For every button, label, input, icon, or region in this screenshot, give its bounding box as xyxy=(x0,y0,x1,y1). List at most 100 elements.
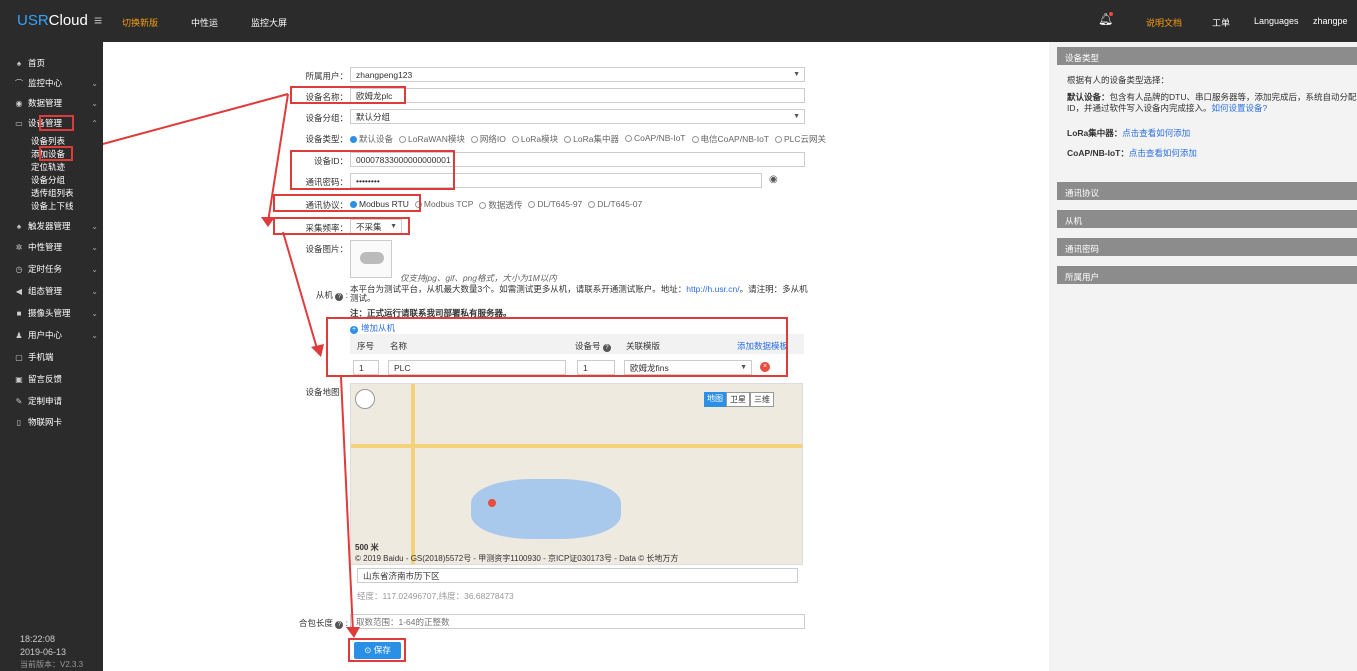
map-scale: 500 米 xyxy=(355,543,379,552)
chevron-down-icon: ⌄ xyxy=(91,264,98,274)
lake-shape xyxy=(471,479,621,539)
custom-icon: ✎ xyxy=(15,396,23,406)
help-panel: 设备类型 根据有人的设备类型选择： 默认设备：包含有人品牌的DTU、串口服务器等… xyxy=(1057,42,1357,671)
annotation-box xyxy=(39,146,73,161)
packet-length-input[interactable] xyxy=(350,614,805,629)
sidebar-item-timer[interactable]: ◷ 定时任务 ⌄ xyxy=(14,263,99,275)
help-coap-link[interactable]: 点击查看如何添加 xyxy=(1129,148,1197,158)
map-view-satellite[interactable]: 卫星 xyxy=(726,392,750,407)
address-input[interactable]: 山东省济南市历下区 xyxy=(357,568,798,583)
mobile-icon: ▢ xyxy=(15,352,23,362)
help-icon[interactable]: ? xyxy=(335,293,344,301)
menu-toggle-icon[interactable]: ≡ xyxy=(94,12,102,28)
radio-lora[interactable]: LoRa模块 xyxy=(511,133,558,145)
radio-icon xyxy=(479,202,487,209)
help-default-link[interactable]: 如何设置设备? xyxy=(1212,103,1268,113)
radio-icon xyxy=(399,136,407,143)
device-map[interactable]: 地图 卫星 三维 500 米 © 2019 Baidu - GS(2018)55… xyxy=(350,383,803,565)
user-menu[interactable]: zhangpe xyxy=(1313,16,1348,26)
monitor-icon: ⌒ xyxy=(15,78,23,88)
notification-dot xyxy=(1109,12,1113,16)
logo[interactable]: USRCloud xyxy=(17,12,88,29)
sidebar-sub-transparent-group[interactable]: 透传组列表 xyxy=(31,187,74,199)
sidebar-sub-online[interactable]: 设备上下线 xyxy=(31,200,74,212)
radio-icon xyxy=(775,136,782,143)
cloud-upload-icon xyxy=(360,252,384,264)
radio-coap[interactable]: CoAP/NB-IoT xyxy=(625,133,686,145)
radio-default[interactable]: 默认设备 xyxy=(350,133,393,145)
clock-date: 2019-06-13 xyxy=(20,647,67,657)
sidebar-item-trigger[interactable]: ♠ 触发器管理 ⌄ xyxy=(14,220,98,232)
image-upload[interactable] xyxy=(350,240,392,278)
sidebar-item-iot-card[interactable]: ▯ 物联网卡 xyxy=(14,416,98,428)
iot-card-icon: ▯ xyxy=(16,417,22,427)
chevron-down-icon: ⌄ xyxy=(91,330,98,340)
map-marker-icon[interactable] xyxy=(488,499,496,507)
sidebar-item-data[interactable]: ◉ 数据管理 ⌄ xyxy=(14,97,99,109)
chevron-down-icon: ▼ xyxy=(793,113,800,120)
sidebar-item-home[interactable]: ♠ 首页 xyxy=(14,57,98,69)
help-icon[interactable]: ? xyxy=(335,621,344,629)
slave-note-link[interactable]: http://h.usr.cn/ xyxy=(686,284,739,294)
ticket-link[interactable]: 工单 xyxy=(1212,16,1230,29)
timer-icon: ◷ xyxy=(15,264,23,274)
chevron-down-icon: ⌄ xyxy=(91,286,98,296)
sidebar-sub-group[interactable]: 设备分组 xyxy=(31,174,65,186)
languages-menu[interactable]: Languages xyxy=(1254,16,1299,26)
sidebar-item-camera[interactable]: ■ 摄像头管理 ⌄ xyxy=(14,307,98,319)
radio-network-io[interactable]: 网络IO xyxy=(470,133,506,145)
road-shape xyxy=(351,444,802,448)
radio-dlt645-97[interactable]: DL/T645-97 xyxy=(528,199,582,211)
middleware-link[interactable]: 中性运 xyxy=(191,16,218,29)
sidebar-item-config[interactable]: ◀ 组态管理 ⌄ xyxy=(14,285,98,297)
radio-dlt645-07[interactable]: DL/T645-07 xyxy=(588,199,642,211)
sidebar-item-monitor[interactable]: ⌒ 监控中心 ⌄ xyxy=(14,77,98,89)
sidebar-item-feedback[interactable]: ▣ 留言反馈 xyxy=(14,373,98,385)
owner-select[interactable]: zhangpeng123 ▼ xyxy=(350,67,805,82)
radio-icon xyxy=(511,136,519,143)
help-section-protocol[interactable]: 通讯协议 xyxy=(1057,182,1357,200)
device-type-radios: 默认设备 LoRaWAN模块 网络IO LoRa模块 LoRa集中器 CoAP/… xyxy=(350,133,826,145)
help-section-password[interactable]: 通讯密码 xyxy=(1057,238,1357,256)
radio-icon xyxy=(470,136,478,143)
type-label: 设备类型： xyxy=(305,134,348,144)
coords-text: 经度：117.02496707,纬度：36.68278473 xyxy=(357,591,514,601)
radio-telecom-coap[interactable]: 电信CoAP/NB-IoT xyxy=(691,133,769,145)
annotation-box xyxy=(290,86,406,104)
radio-lorawan[interactable]: LoRaWAN模块 xyxy=(399,133,465,145)
sidebar-item-custom[interactable]: ✎ 定制申请 xyxy=(14,395,98,407)
annotation-arrow xyxy=(103,93,289,145)
annotation-box xyxy=(290,150,455,190)
config-icon: ◀ xyxy=(15,286,23,296)
device-name-input[interactable]: 欧姆龙plc xyxy=(350,88,805,103)
docs-link[interactable]: 说明文档 xyxy=(1146,16,1182,29)
help-section-slave[interactable]: 从机 xyxy=(1057,210,1357,228)
sidebar-item-mobile[interactable]: ▢ 手机端 xyxy=(14,351,98,363)
switch-new-link[interactable]: 切换新版 xyxy=(122,16,158,29)
map-pan-control[interactable] xyxy=(355,389,375,409)
radio-modbus-tcp[interactable]: Modbus TCP xyxy=(414,199,473,211)
radio-selected-icon xyxy=(350,136,357,143)
sidebar-item-middleware[interactable]: ✲ 中性管理 ⌄ xyxy=(14,241,98,253)
help-lora-link[interactable]: 点击查看如何添加 xyxy=(1122,128,1190,138)
radio-icon xyxy=(588,201,596,208)
middleware-icon: ✲ xyxy=(15,242,23,252)
help-section-owner[interactable]: 所属用户 xyxy=(1057,266,1357,284)
device-icon: ▭ xyxy=(15,118,23,128)
radio-lora-hub[interactable]: LoRa集中器 xyxy=(564,133,619,145)
help-section-device-type[interactable]: 设备类型 xyxy=(1057,47,1357,65)
radio-passthrough[interactable]: 数据透传 xyxy=(479,199,522,211)
sidebar-item-user-center[interactable]: ♟ 用户中心 ⌄ xyxy=(14,329,98,341)
map-view-map[interactable]: 地图 xyxy=(704,392,726,407)
chevron-down-icon: ⌄ xyxy=(91,242,98,252)
sidebar-sub-track[interactable]: 定位轨迹 xyxy=(31,161,65,173)
help-default-device: 默认设备：包含有人品牌的DTU、串口服务器等，添加完成后，系统自动分配ID，并通… xyxy=(1067,92,1357,113)
eye-icon[interactable]: ◉ xyxy=(769,174,778,185)
map-view-3d[interactable]: 三维 xyxy=(750,392,774,407)
group-select[interactable]: 默认分组 ▼ xyxy=(350,109,805,124)
radio-plc-gateway[interactable]: PLC云网关 xyxy=(775,133,826,145)
annotation-box xyxy=(273,217,410,235)
slave-note: 本平台为测试平台，从机最大数量3个。如需测试更多从机，请联系开通测试账户。地址：… xyxy=(350,284,808,303)
monitor-screen-link[interactable]: 监控大屏 xyxy=(251,16,287,29)
camera-icon: ■ xyxy=(16,308,22,318)
